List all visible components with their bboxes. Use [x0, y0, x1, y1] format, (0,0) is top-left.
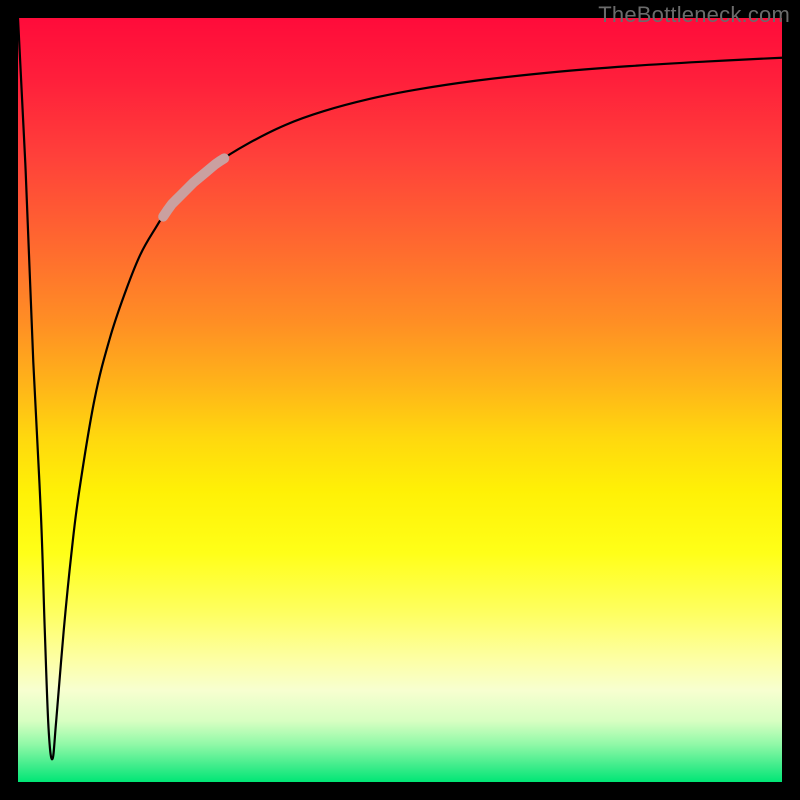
plot-area: [18, 18, 782, 782]
curve-highlight-segment: [163, 158, 224, 216]
watermark-text: TheBottleneck.com: [598, 2, 790, 28]
bottleneck-curve: [18, 18, 782, 782]
chart-frame: TheBottleneck.com: [0, 0, 800, 800]
curve-path: [18, 18, 782, 759]
